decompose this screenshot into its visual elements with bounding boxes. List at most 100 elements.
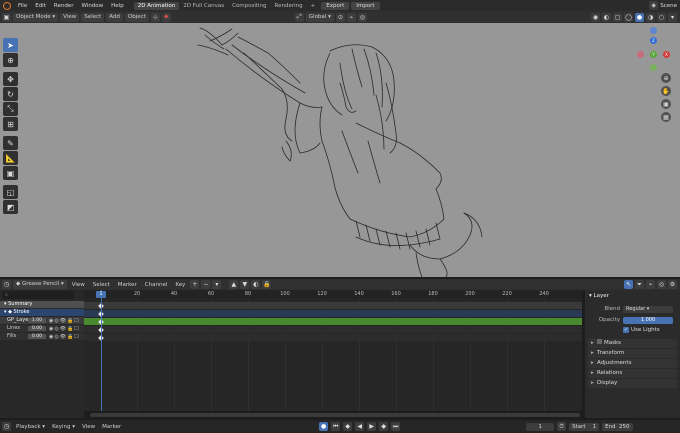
menu-edit[interactable]: Edit [31,3,50,9]
start-frame-field[interactable]: Start 1 [569,422,600,431]
relations-panel[interactable]: Relations [588,369,677,378]
pan-hand-icon[interactable]: ✋ [661,86,671,96]
opacity-slider[interactable]: 1.000 [623,316,673,324]
ds-options-icon[interactable]: ⚙ [668,280,677,289]
shading-material-icon[interactable]: ◑ [646,12,655,22]
channel-layer-fills[interactable]: Fills 0.00 ◉◎👁🔒☐ [0,333,84,340]
shading-rendered-icon[interactable]: ○ [657,12,666,22]
visibility-icon[interactable]: ◉ [591,12,600,22]
editor-type-dopesheet-icon[interactable]: ◷ [2,280,11,289]
object-menu[interactable]: Object [124,12,149,22]
channel-layer-lines[interactable]: Lines 0.00 ◉◎👁🔒☐ [0,325,84,332]
menu-window[interactable]: Window [77,3,107,9]
scale-icon[interactable]: ⤡ [3,102,18,116]
transform-fill-icon[interactable]: ◩ [3,200,18,214]
snapping-icon[interactable]: ⌁ [646,280,655,289]
adjustments-panel[interactable]: Adjustments [588,359,677,368]
gp-layer-track[interactable] [84,318,582,325]
annotate-icon[interactable]: ✎ [3,136,18,150]
frame-ruler[interactable]: 20 40 60 80 100 120 140 160 180 200 220 … [84,290,582,299]
gizmo-x-axis-icon[interactable]: X [663,51,670,58]
channel-summary[interactable]: ▾ Summary [0,301,84,308]
play-icon[interactable]: ▶ [367,422,377,431]
orientation-dropdown[interactable]: Global ▾ [305,12,334,22]
ds-key-menu[interactable]: Key [172,282,188,288]
filter-icon[interactable]: ⏷ [635,280,644,289]
add-box-icon[interactable]: ▣ [3,166,18,180]
zoom-icon[interactable]: ⊕ [661,73,671,83]
extrude-icon[interactable]: ◱ [3,185,18,199]
snap-icon[interactable]: ⌁ [346,12,356,22]
transform-tool-icon[interactable]: ⊞ [3,117,18,131]
timeline-editor-icon[interactable]: ◷ [2,422,11,431]
display-panel[interactable]: Display [588,379,677,388]
orientation-icon[interactable]: ⤢ [294,12,304,22]
blend-dropdown[interactable]: Regular ▾ [623,305,673,313]
measure-icon[interactable]: 📐 [3,151,18,165]
3d-viewport[interactable]: Z Y X ⊕ ✋ ▣ ▦ [0,23,680,277]
ds-view-menu[interactable]: View [69,282,88,288]
fills-track[interactable] [84,334,582,341]
shading-solid-icon[interactable]: ● [635,12,644,22]
play-reverse-icon[interactable]: ◀ [355,422,365,431]
shading-wireframe-icon[interactable]: ◯ [624,12,633,22]
scene-icon[interactable]: ◈ [649,1,659,10]
current-frame-field[interactable]: 1 [526,422,555,431]
add-workspace-button[interactable]: + [307,2,320,10]
lock-layer-icon[interactable]: 🔒 [262,280,272,289]
gizmo-neg-x-icon[interactable] [637,51,644,58]
ds-marker-menu[interactable]: Marker [115,282,140,288]
summary-track[interactable] [84,302,582,309]
timeline-area[interactable] [84,299,582,411]
layer-menu-icon[interactable]: ▾ [212,280,222,289]
object-mode-dropdown[interactable]: Object Mode ▾ [13,12,59,22]
rotate-icon[interactable]: ↻ [3,87,18,101]
layer-opacity-field[interactable]: 1.00 [28,318,46,323]
masks-panel[interactable]: Masks [588,339,677,348]
ds-select-menu[interactable]: Select [90,282,113,288]
channel-search-input[interactable]: ⌕ [2,291,74,299]
ds-channel-menu[interactable]: Channel [142,282,171,288]
pivot-icon[interactable]: ⊙ [335,12,345,22]
stroke-track[interactable] [84,310,582,317]
menu-help[interactable]: Help [107,3,128,9]
current-frame-indicator[interactable]: 1 [96,291,106,298]
gizmo-z-axis-icon[interactable]: Z [650,37,657,44]
end-frame-field[interactable]: End 250 [602,422,633,431]
select-menu[interactable]: Select [81,12,105,22]
channel-layer-gp-layer[interactable]: GP_Layer 1.00 ◉◎👁🔒☐ [0,317,84,324]
preview-range-icon[interactable]: ⏱ [557,422,567,431]
use-lights-checkbox[interactable]: ✓ [623,327,629,333]
menu-file[interactable]: File [14,3,31,9]
gizmo-y-axis-icon[interactable]: Y [650,51,657,58]
grid-icon[interactable]: ▦ [661,112,671,122]
stroke-placement-icon[interactable]: ⬥ [161,12,171,22]
menu-render[interactable]: Render [50,3,78,9]
lines-track[interactable] [84,326,582,333]
masks-checkbox[interactable] [597,339,602,344]
dopesheet-mode-dropdown[interactable]: ◆ Grease Pencil ▾ [13,280,67,289]
move-layer-down-icon[interactable]: ▼ [240,280,250,289]
gizmo-neg-y-icon[interactable] [650,64,657,71]
layer-toggle-icons[interactable]: ◉◎👁🔒☐ [49,326,80,333]
blender-logo-icon[interactable] [3,1,11,10]
transform-icon[interactable]: ⊹ [150,12,160,22]
import-button[interactable]: Import [351,1,380,10]
remove-layer-icon[interactable]: − [201,280,211,289]
overlays-icon[interactable]: ◐ [602,12,611,22]
only-selected-icon[interactable]: ↖ [624,280,633,289]
playhead[interactable] [101,290,102,411]
playback-menu[interactable]: Playback ▾ [14,424,47,430]
layer-panel-header[interactable]: ▾ Layer [585,291,680,301]
keying-menu[interactable]: Keying ▾ [50,424,77,430]
marker-menu-bottom[interactable]: Marker [100,424,123,430]
timeline-scrollbar[interactable] [90,413,580,417]
view-menu-bottom[interactable]: View [80,424,97,430]
workspace-tab-rendering[interactable]: Rendering [271,2,307,10]
select-box-icon[interactable]: ➤ [3,38,18,52]
proportional-edit-icon[interactable]: ◎ [357,12,367,22]
export-button[interactable]: Export [321,1,350,10]
view-menu[interactable]: View [60,12,80,22]
gizmo-neg-z-icon[interactable] [650,27,657,34]
isolate-layer-icon[interactable]: ◐ [251,280,261,289]
